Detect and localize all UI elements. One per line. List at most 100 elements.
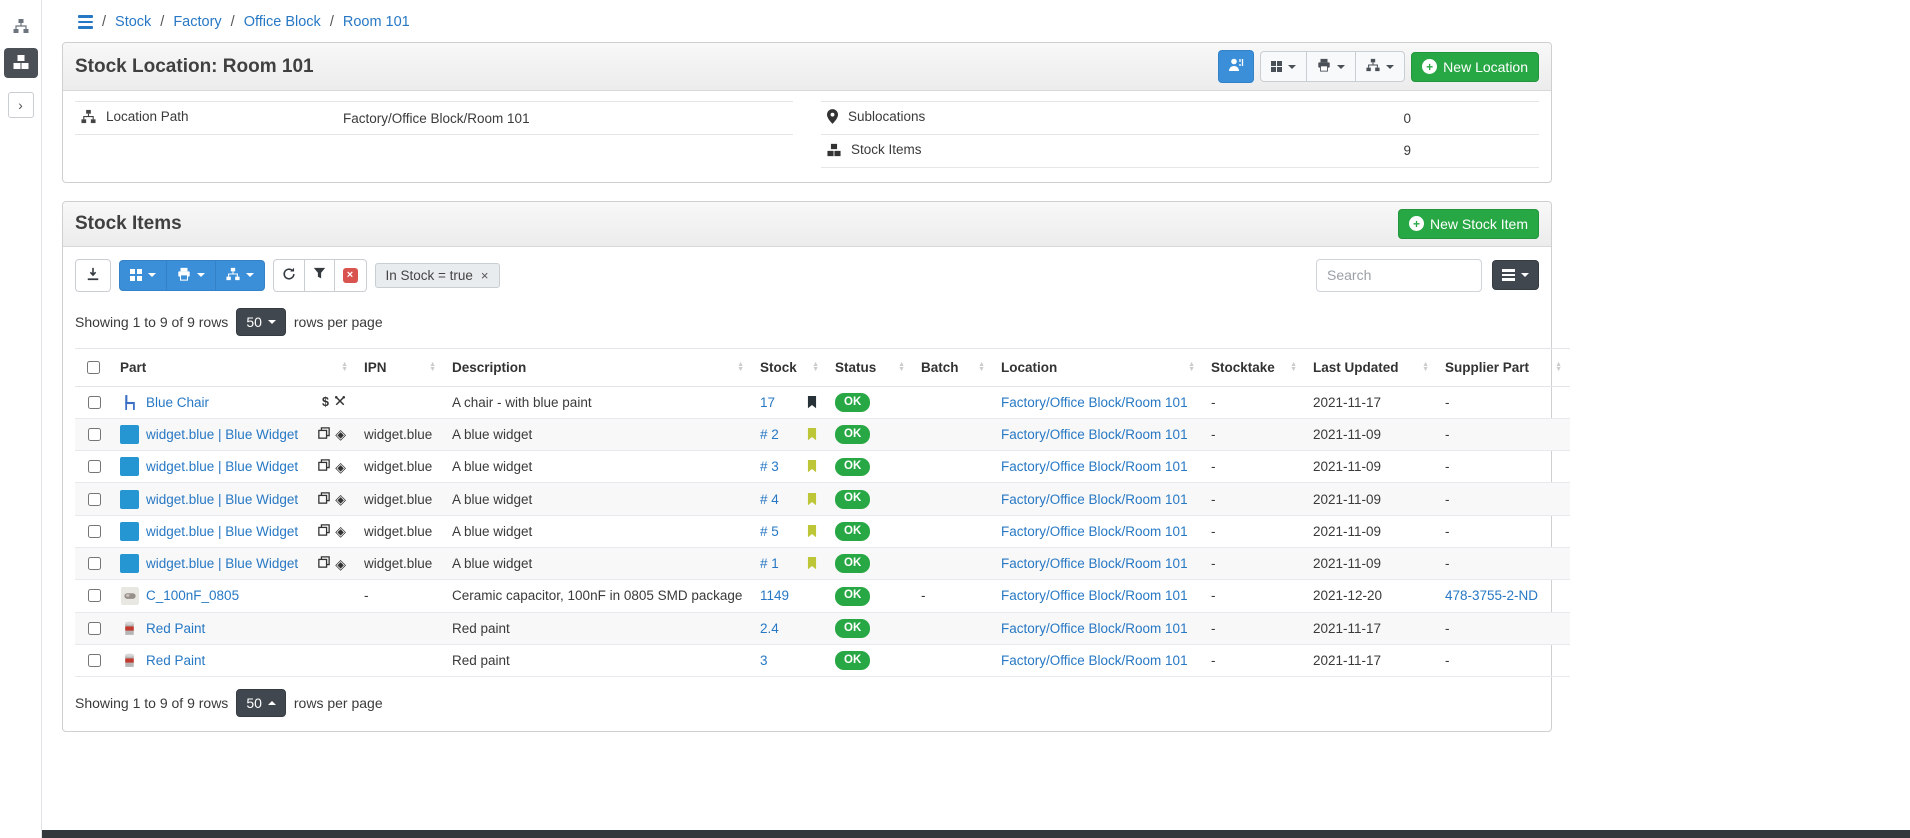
sort-icon[interactable]: ▲▼ (894, 362, 905, 373)
page-size-dropdown[interactable]: 50 (236, 689, 286, 717)
row-checkbox[interactable] (88, 557, 101, 570)
stock-link[interactable]: # 1 (760, 556, 779, 571)
new-stock-item-button[interactable]: + New Stock Item (1398, 209, 1539, 239)
breadcrumb-link-room-101[interactable]: Room 101 (343, 14, 410, 30)
part-thumbnail-widget (120, 554, 139, 573)
location-link[interactable]: Factory/Office Block/Room 101 (1001, 459, 1188, 474)
part-link[interactable]: widget.blue | Blue Widget (146, 556, 298, 571)
row-checkbox[interactable] (88, 396, 101, 409)
breadcrumb-separator: / (231, 14, 235, 30)
column-header-last-updated[interactable]: Last Updated▲▼ (1305, 348, 1437, 386)
stock-link[interactable]: # 4 (760, 492, 779, 507)
export-download-button[interactable] (75, 259, 111, 292)
table-row: widget.blue | Blue Widget ◈ widget.blue … (75, 515, 1570, 547)
new-location-label: New Location (1443, 59, 1528, 75)
breadcrumb-link-factory[interactable]: Factory (173, 14, 221, 30)
clear-filters-button[interactable]: × (334, 259, 367, 292)
location-link[interactable]: Factory/Office Block/Room 101 (1001, 621, 1188, 636)
stock-grid-dropdown[interactable] (119, 260, 167, 291)
part-link[interactable]: Red Paint (146, 653, 205, 668)
select-all-checkbox[interactable] (87, 361, 100, 374)
tag-icon (807, 428, 819, 441)
stock-link[interactable]: 17 (760, 395, 775, 410)
status-badge: OK (835, 554, 870, 573)
part-link[interactable]: widget.blue | Blue Widget (146, 427, 298, 442)
print-actions-dropdown[interactable] (1306, 51, 1356, 82)
stock-link[interactable]: 1149 (760, 588, 789, 603)
supplier-part-link[interactable]: 478-3755-2-ND (1445, 588, 1538, 603)
column-header-supplier-part[interactable]: Supplier Part▲▼ (1437, 348, 1570, 386)
left-sidebar: › (0, 0, 42, 838)
filter-button[interactable] (304, 259, 335, 292)
stock-link[interactable]: # 2 (760, 427, 779, 442)
column-header-stocktake[interactable]: Stocktake▲▼ (1203, 348, 1305, 386)
download-icon (86, 267, 100, 284)
stock-link[interactable]: # 3 (760, 459, 779, 474)
column-header-stock[interactable]: Stock▲▼ (752, 348, 827, 386)
part-link[interactable]: Red Paint (146, 621, 205, 636)
row-checkbox[interactable] (88, 428, 101, 441)
supplier-part-cell: - (1437, 644, 1570, 676)
sort-icon[interactable]: ▲▼ (733, 362, 744, 373)
location-link[interactable]: Factory/Office Block/Room 101 (1001, 395, 1188, 410)
stock-link[interactable]: 3 (760, 653, 768, 668)
row-checkbox[interactable] (88, 654, 101, 667)
sort-icon[interactable]: ▲▼ (1184, 362, 1195, 373)
breadcrumb-link-office-block[interactable]: Office Block (244, 14, 321, 30)
page-size-dropdown[interactable]: 50 (236, 308, 286, 336)
column-header-location[interactable]: Location▲▼ (993, 348, 1203, 386)
stock-print-dropdown[interactable] (166, 260, 216, 291)
sort-icon[interactable]: ▲▼ (1418, 362, 1429, 373)
sidebar-item-part-categories[interactable] (4, 12, 38, 42)
user-barcode-icon (1228, 57, 1244, 76)
row-checkbox[interactable] (88, 493, 101, 506)
part-link[interactable]: widget.blue | Blue Widget (146, 524, 298, 539)
sort-icon[interactable]: ▲▼ (808, 362, 819, 373)
column-header-batch[interactable]: Batch▲▼ (913, 348, 993, 386)
row-checkbox[interactable] (88, 622, 101, 635)
part-link[interactable]: Blue Chair (146, 395, 209, 410)
active-filter-chip[interactable]: In Stock = true × (375, 263, 500, 288)
location-actions-dropdown[interactable] (1355, 51, 1405, 82)
location-link[interactable]: Factory/Office Block/Room 101 (1001, 556, 1188, 571)
stocktake-cell: - (1203, 483, 1305, 515)
row-checkbox[interactable] (88, 525, 101, 538)
column-header-description[interactable]: Description▲▼ (444, 348, 752, 386)
location-link[interactable]: Factory/Office Block/Room 101 (1001, 588, 1188, 603)
location-link[interactable]: Factory/Office Block/Room 101 (1001, 427, 1188, 442)
sort-icon[interactable]: ▲▼ (974, 362, 985, 373)
sort-icon[interactable]: ▲▼ (1551, 362, 1562, 373)
sort-icon[interactable]: ▲▼ (425, 362, 436, 373)
column-header-ipn[interactable]: IPN▲▼ (356, 348, 444, 386)
new-location-button[interactable]: + New Location (1411, 52, 1539, 82)
row-checkbox[interactable] (88, 460, 101, 473)
description-cell: Red paint (444, 612, 752, 644)
refresh-button[interactable] (273, 259, 305, 292)
part-link[interactable]: widget.blue | Blue Widget (146, 459, 298, 474)
part-link[interactable]: C_100nF_0805 (146, 588, 239, 603)
barcode-actions-button[interactable] (1218, 50, 1254, 83)
part-link[interactable]: widget.blue | Blue Widget (146, 492, 298, 507)
supplier-part-cell: - (1437, 386, 1570, 418)
sort-icon[interactable]: ▲▼ (337, 362, 348, 373)
stock-actions-dropdown[interactable] (215, 260, 265, 291)
sort-icon[interactable]: ▲▼ (1286, 362, 1297, 373)
search-input[interactable] (1316, 259, 1482, 292)
location-link[interactable]: Factory/Office Block/Room 101 (1001, 524, 1188, 539)
sidebar-expand-button[interactable]: › (8, 92, 34, 118)
ipn-cell: widget.blue (356, 451, 444, 483)
location-link[interactable]: Factory/Office Block/Room 101 (1001, 653, 1188, 668)
menu-icon[interactable] (78, 15, 93, 29)
breadcrumb-link-stock[interactable]: Stock (115, 14, 151, 30)
column-header-part[interactable]: Part▲▼ (112, 348, 356, 386)
stock-options-dropdown[interactable] (1260, 51, 1308, 82)
stock-link[interactable]: # 5 (760, 524, 779, 539)
sidebar-item-stock-locations[interactable] (4, 48, 38, 78)
table-view-dropdown[interactable] (1492, 260, 1539, 290)
row-checkbox[interactable] (88, 589, 101, 602)
stock-link[interactable]: 2.4 (760, 621, 779, 636)
location-link[interactable]: Factory/Office Block/Room 101 (1001, 492, 1188, 507)
remove-filter-icon[interactable]: × (481, 268, 489, 283)
part-thumbnail-widget (120, 490, 139, 509)
column-header-status[interactable]: Status▲▼ (827, 348, 913, 386)
